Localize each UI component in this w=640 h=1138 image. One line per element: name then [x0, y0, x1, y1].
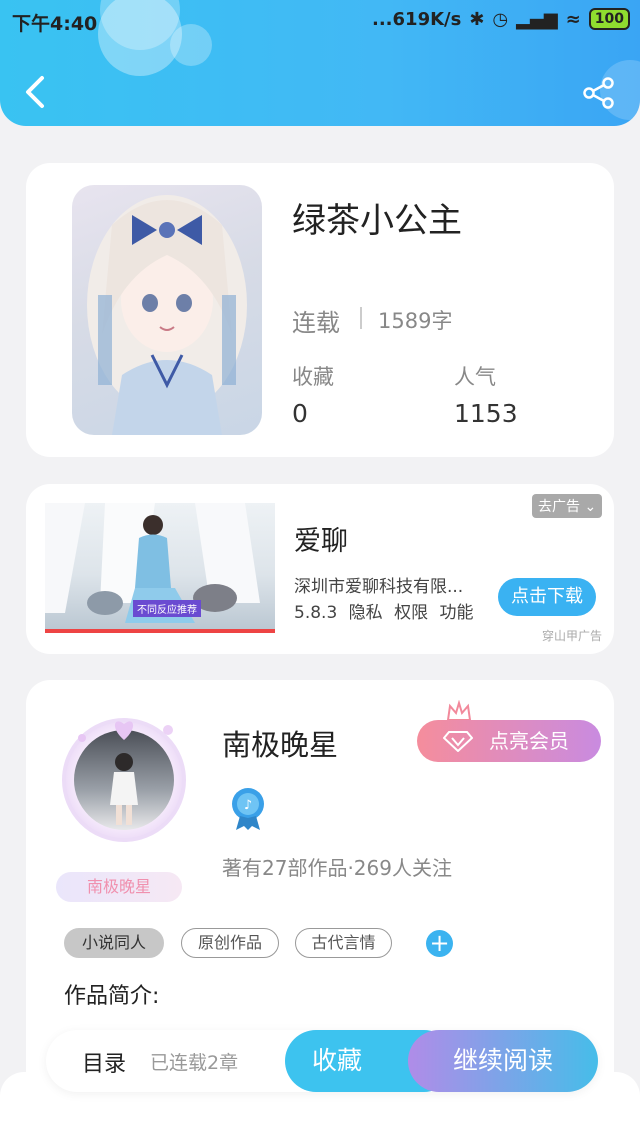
ad-description: 深圳市爱聊科技有限...: [294, 577, 464, 597]
remove-ad-label: 去广告: [538, 499, 580, 515]
medal-icon[interactable]: ♪: [230, 786, 266, 830]
top-header: 下午4:40 ...619K/s ✱ ◷ ▂▄▆ ≈ 100: [0, 0, 640, 126]
ad-title: 爱聊: [294, 526, 348, 557]
remove-ad-button[interactable]: 去广告 ⌄: [532, 494, 603, 518]
author-name: 南极晚星: [222, 728, 339, 762]
book-cover[interactable]: [72, 185, 262, 435]
crown-icon: [446, 700, 472, 721]
battery-icon: 100: [588, 8, 630, 30]
ad-card[interactable]: 不同反应推荐 去广告 ⌄ 爱聊 深圳市爱聊科技有限... 5.8.3 隐私 权限…: [26, 484, 614, 654]
author-badge-name: 南极晚星: [56, 872, 182, 902]
ad-image-caption: 不同反应推荐: [133, 600, 201, 617]
status-icons: ...619K/s ✱ ◷ ▂▄▆ ≈ 100: [372, 8, 630, 30]
tag-original[interactable]: 原创作品: [181, 928, 279, 958]
bluetooth-icon: ✱: [469, 8, 485, 30]
popularity-label: 人气: [454, 365, 496, 389]
book-title: 绿茶小公主: [292, 201, 462, 241]
continue-reading-button[interactable]: 继续阅读: [408, 1030, 598, 1092]
wifi-icon: ≈: [565, 8, 581, 30]
status-time: 下午4:40: [12, 13, 98, 35]
ad-meta[interactable]: 5.8.3 隐私 权限 功能: [294, 598, 473, 623]
status-bar: 下午4:40 ...619K/s ✱ ◷ ▂▄▆ ≈ 100: [0, 0, 640, 42]
popularity-value: 1153: [454, 399, 518, 428]
alarm-icon: ◷: [492, 8, 509, 30]
cover-illustration: [87, 195, 247, 435]
download-button[interactable]: 点击下载: [498, 578, 596, 616]
author-avatar-frame[interactable]: [56, 708, 192, 848]
chevron-down-icon: ⌄: [584, 499, 597, 515]
chapter-count[interactable]: 已连载2章: [150, 1048, 238, 1075]
book-status: 连载: [292, 309, 340, 337]
author-stats: 著有27部作品·269人关注: [222, 856, 452, 880]
signal-icon: ▂▄▆: [516, 8, 558, 30]
diamond-icon: [443, 731, 473, 752]
share-icon[interactable]: [582, 76, 616, 110]
favorites-label: 收藏: [292, 365, 334, 389]
divider: [360, 307, 362, 329]
tag-fanfic[interactable]: 小说同人: [64, 928, 164, 958]
svg-text:♪: ♪: [244, 798, 252, 813]
book-info-card: 绿茶小公主 连载 1589字 收藏 人气 0 1153: [26, 163, 614, 457]
vip-label: 点亮会员: [489, 729, 569, 753]
chevron-left-icon[interactable]: [22, 74, 50, 110]
network-speed: ...619K/s: [372, 8, 462, 30]
toc-button[interactable]: 目录: [82, 1046, 126, 1078]
tag-ancient-romance[interactable]: 古代言情: [295, 928, 392, 958]
add-tag-button[interactable]: +: [426, 930, 453, 957]
heart-icon: [78, 721, 173, 742]
bottom-action-bar: 目录 已连载2章 收藏 继续阅读: [46, 1030, 598, 1092]
ad-image[interactable]: 不同反应推荐: [45, 503, 275, 633]
favorites-value: 0: [292, 399, 308, 428]
intro-heading: 作品简介:: [64, 984, 160, 1009]
ad-source: 穿山甲广告: [542, 629, 603, 643]
vip-button[interactable]: 点亮会员: [417, 720, 601, 762]
word-count: 1589字: [378, 309, 453, 333]
